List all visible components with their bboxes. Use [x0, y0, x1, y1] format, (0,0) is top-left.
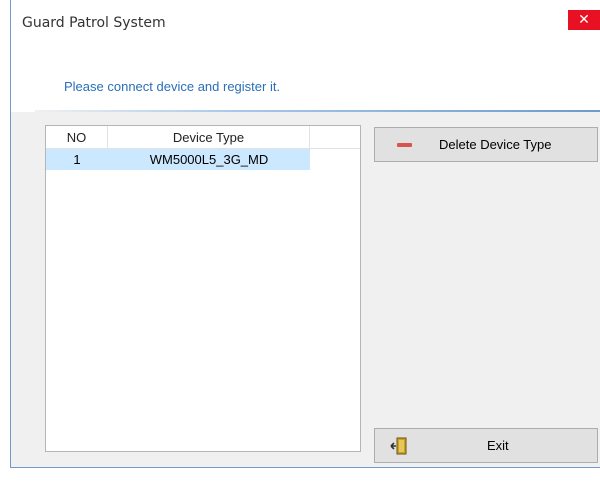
window-title: Guard Patrol System: [22, 15, 166, 31]
device-type-list[interactable]: NO Device Type 1 WM5000L5_3G_MD: [45, 125, 361, 452]
banner-divider: [35, 110, 600, 112]
dialog-window: Guard Patrol System ✕ Please connect dev…: [10, 0, 600, 468]
list-row[interactable]: 1 WM5000L5_3G_MD: [46, 149, 310, 170]
delete-device-type-button[interactable]: Delete Device Type: [374, 127, 598, 162]
exit-button[interactable]: Exit: [374, 428, 598, 463]
cell-no: 1: [73, 152, 81, 167]
column-header-device-type[interactable]: Device Type: [108, 126, 310, 148]
minus-icon: [397, 143, 412, 147]
exit-door-icon: [390, 437, 407, 455]
title-bar: Guard Patrol System ✕: [11, 0, 600, 44]
delete-button-label: Delete Device Type: [439, 137, 552, 152]
exit-button-label: Exit: [487, 438, 509, 453]
close-icon: ✕: [578, 12, 590, 28]
banner-message: Please connect device and register it.: [64, 79, 281, 94]
column-header-no[interactable]: NO: [46, 126, 108, 148]
info-banner: Please connect device and register it.: [11, 44, 600, 112]
cell-device-type: WM5000L5_3G_MD: [149, 152, 269, 167]
list-header: NO Device Type: [46, 126, 360, 149]
close-button[interactable]: ✕: [568, 10, 600, 30]
